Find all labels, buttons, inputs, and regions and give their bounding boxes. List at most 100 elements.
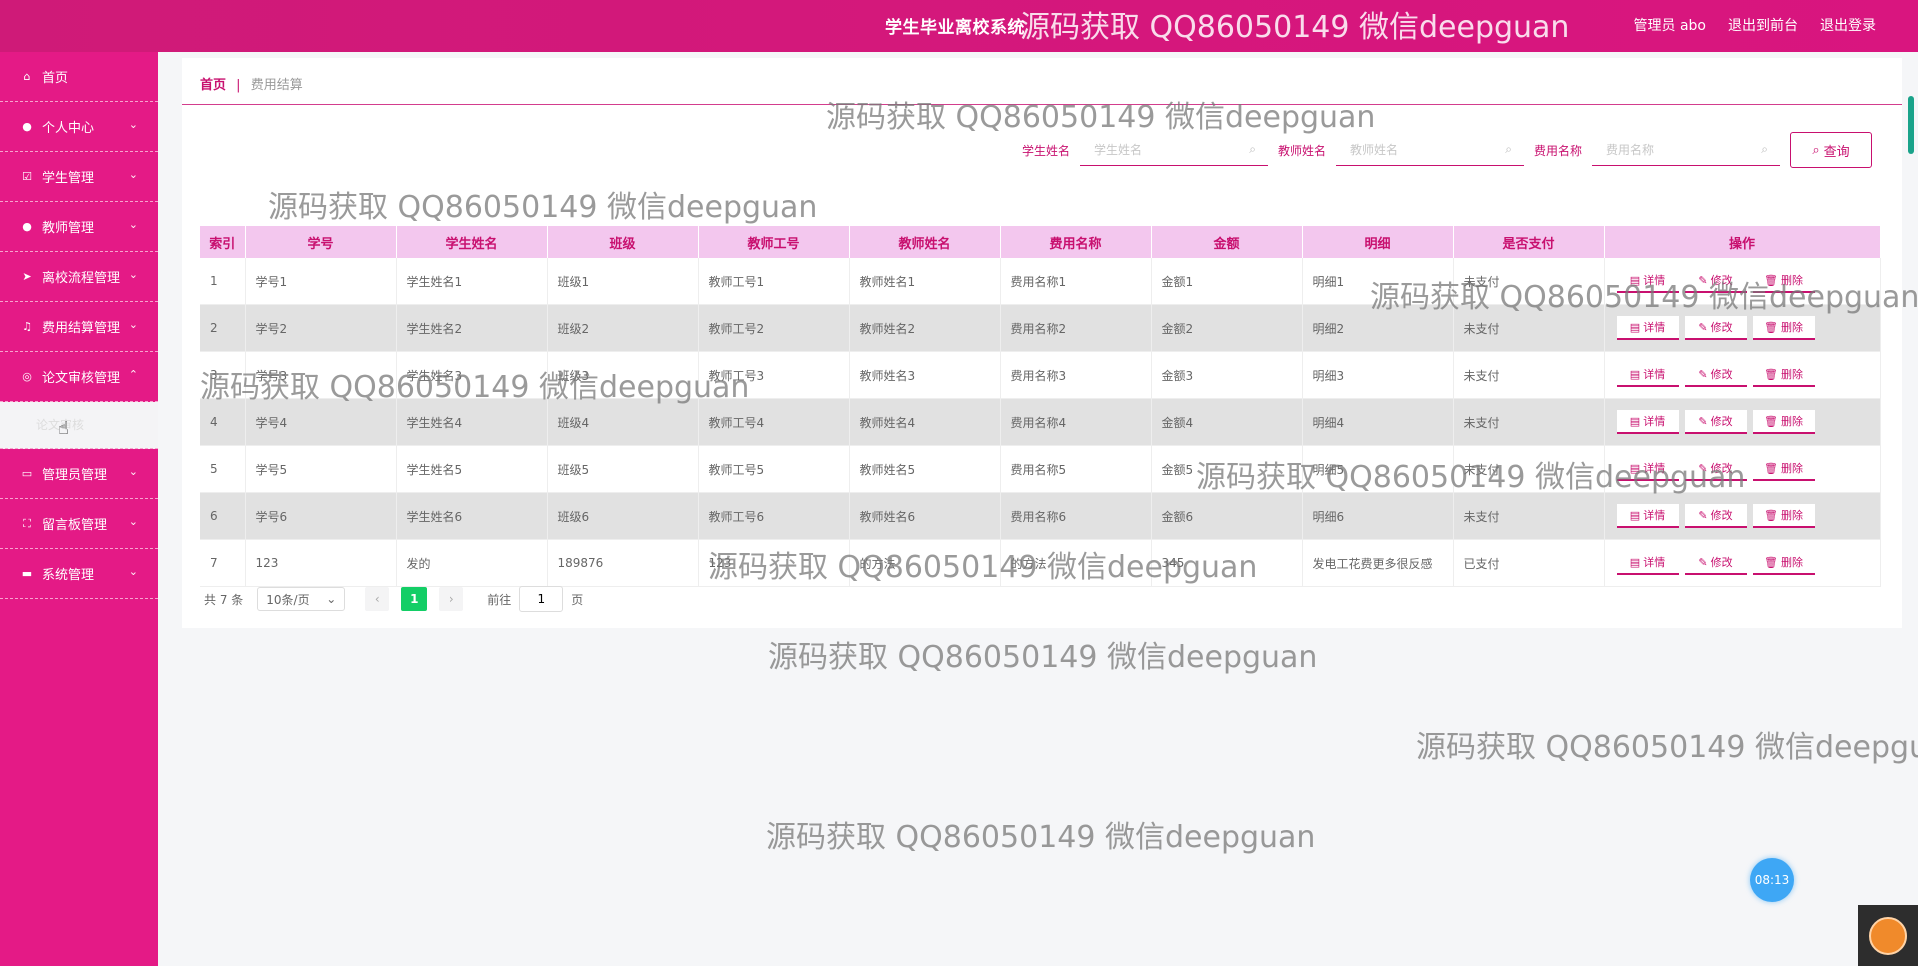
detail-button[interactable]: ▤ 详情 bbox=[1616, 551, 1679, 575]
table-cell: 费用名称4 bbox=[1000, 398, 1152, 446]
query-button-label: 查询 bbox=[1823, 144, 1850, 160]
query-button[interactable]: ⌕ 查询 bbox=[1790, 132, 1872, 168]
search-icon: ⌕ bbox=[1249, 142, 1256, 156]
sidebar-item-thesis[interactable]: ◎ 论文审核管理 ⌃ bbox=[0, 352, 158, 402]
teacher-name-field[interactable]: ⌕ bbox=[1335, 134, 1524, 166]
sidebar-item-label: 论文审核管理 bbox=[42, 371, 121, 386]
next-page-button[interactable]: › bbox=[439, 587, 464, 611]
delete-button-label: 删除 bbox=[1780, 368, 1803, 381]
detail-button-label: 详情 bbox=[1643, 509, 1666, 522]
edit-button[interactable]: ✎ 修改 bbox=[1684, 410, 1747, 434]
user-icon: ● bbox=[22, 120, 32, 133]
student-name-field[interactable]: ⌕ bbox=[1079, 134, 1268, 166]
total-count: 共 7 条 bbox=[204, 592, 244, 607]
trash-icon: 🗑 bbox=[1764, 320, 1778, 334]
user-label: 管理员 abo bbox=[1633, 18, 1706, 34]
detail-button-label: 详情 bbox=[1643, 415, 1666, 428]
pagination: 共 7 条 10条/页 ⌄ ‹ 1 › 前往 页 bbox=[204, 586, 583, 612]
delete-button[interactable]: 🗑 删除 bbox=[1752, 551, 1815, 575]
detail-button-label: 详情 bbox=[1643, 321, 1666, 334]
delete-button[interactable]: 🗑 删除 bbox=[1752, 316, 1815, 340]
trash-icon: 🗑 bbox=[1764, 414, 1778, 428]
fee-name-field[interactable]: ⌕ bbox=[1592, 134, 1780, 166]
delete-button-label: 删除 bbox=[1780, 462, 1803, 475]
edit-button-label: 修改 bbox=[1710, 556, 1733, 569]
edit-button[interactable]: ✎ 修改 bbox=[1684, 504, 1747, 528]
briefcase-icon: ▬ bbox=[21, 567, 33, 580]
trash-icon: 🗑 bbox=[1764, 555, 1778, 569]
row-actions: ▤ 详情 ✎ 修改 🗑 删除 bbox=[1604, 258, 1881, 305]
fee-name-label: 费用名称 bbox=[1533, 143, 1582, 158]
sidebar-item-admins[interactable]: ▭ 管理员管理 ⌄ bbox=[0, 449, 158, 499]
table-cell: 发电工花费更多很反感 bbox=[1302, 539, 1454, 587]
table-cell: 学号3 bbox=[245, 351, 397, 399]
document-icon: ▤ bbox=[1629, 320, 1641, 334]
trash-icon: 🗑 bbox=[1764, 461, 1778, 475]
detail-button[interactable]: ▤ 详情 bbox=[1616, 457, 1679, 481]
checkbox-icon: ☑ bbox=[22, 170, 32, 183]
delete-button-label: 删除 bbox=[1780, 415, 1803, 428]
sidebar-item-label: 教师管理 bbox=[42, 221, 95, 236]
chevron-up-icon: ⌃ bbox=[128, 368, 138, 381]
column-header: 教师工号 bbox=[698, 226, 850, 258]
sidebar-item-profile[interactable]: ● 个人中心 ⌄ bbox=[0, 102, 158, 152]
breadcrumb-home[interactable]: 首页 bbox=[200, 78, 226, 93]
table-cell: 金额2 bbox=[1151, 304, 1303, 352]
trash-icon: 🗑 bbox=[1764, 367, 1778, 381]
fee-name-input[interactable] bbox=[1604, 141, 1748, 158]
delete-button[interactable]: 🗑 删除 bbox=[1752, 457, 1815, 481]
edit-button[interactable]: ✎ 修改 bbox=[1684, 316, 1747, 340]
frontend-link[interactable]: 退出到前台 bbox=[1728, 15, 1798, 35]
delete-button[interactable]: 🗑 删除 bbox=[1752, 410, 1815, 434]
app-title: 学生毕业离校系统 bbox=[885, 18, 1025, 38]
scrollbar[interactable] bbox=[1908, 96, 1914, 154]
breadcrumb-separator: | bbox=[236, 78, 241, 93]
detail-button[interactable]: ▤ 详情 bbox=[1616, 504, 1679, 528]
edit-button[interactable]: ✎ 修改 bbox=[1684, 551, 1747, 575]
sidebar-submenu-thesis[interactable]: 论文审核 ☝ bbox=[0, 402, 158, 449]
table-cell: 教师姓名6 bbox=[849, 492, 1001, 540]
pencil-icon: ✎ bbox=[1698, 414, 1708, 428]
breadcrumb-current: 费用结算 bbox=[250, 78, 303, 93]
breadcrumb-divider bbox=[182, 104, 1902, 105]
delete-button[interactable]: 🗑 删除 bbox=[1752, 504, 1815, 528]
edit-button[interactable]: ✎ 修改 bbox=[1684, 269, 1747, 293]
detail-button[interactable]: ▤ 详情 bbox=[1616, 269, 1679, 293]
detail-button[interactable]: ▤ 详情 bbox=[1616, 410, 1679, 434]
sidebar-item-students[interactable]: ☑ 学生管理 ⌄ bbox=[0, 152, 158, 202]
edit-button[interactable]: ✎ 修改 bbox=[1684, 363, 1747, 387]
column-header: 操作 bbox=[1604, 226, 1881, 258]
table-row: 7 123 发的 189876 123 的方法 的方法 345 发电工花费更多很反感 已支付 ▤ 详情… bbox=[200, 539, 1881, 587]
sidebar-item-messages[interactable]: ⛶ 留言板管理 ⌄ bbox=[0, 499, 158, 549]
edit-button[interactable]: ✎ 修改 bbox=[1684, 457, 1747, 481]
sidebar-item-fees[interactable]: ♫ 费用结算管理 ⌄ bbox=[0, 302, 158, 352]
page-number-button[interactable]: 1 bbox=[401, 587, 428, 611]
bell-icon: ♫ bbox=[22, 320, 32, 333]
assistant-widget[interactable] bbox=[1858, 905, 1918, 966]
prev-page-button[interactable]: ‹ bbox=[365, 587, 390, 611]
column-header: 学号 bbox=[245, 226, 397, 258]
page-size-select[interactable]: 10条/页 ⌄ bbox=[257, 587, 346, 611]
teacher-name-input[interactable] bbox=[1347, 141, 1492, 158]
detail-button[interactable]: ▤ 详情 bbox=[1616, 363, 1679, 387]
document-icon: ▤ bbox=[1629, 414, 1641, 428]
sidebar-item-label: 离校流程管理 bbox=[42, 271, 121, 286]
delete-button[interactable]: 🗑 删除 bbox=[1752, 363, 1815, 387]
student-name-label: 学生姓名 bbox=[1021, 143, 1070, 158]
table-cell: 费用名称1 bbox=[1000, 258, 1152, 305]
table-cell: 1 bbox=[200, 258, 246, 305]
sidebar-item-departure[interactable]: ➤ 离校流程管理 ⌄ bbox=[0, 252, 158, 302]
sidebar-item-teachers[interactable]: ● 教师管理 ⌄ bbox=[0, 202, 158, 252]
detail-button[interactable]: ▤ 详情 bbox=[1616, 316, 1679, 340]
table-row: 2 学号2 学生姓名2 班级2 教师工号2 教师姓名2 费用名称2 金额2 明细2 未支付 ▤ 详情 ✎… bbox=[200, 304, 1881, 352]
sidebar-item-system[interactable]: ▬ 系统管理 ⌄ bbox=[0, 549, 158, 599]
table-cell: 明细5 bbox=[1302, 445, 1454, 493]
logout-link[interactable]: 退出登录 bbox=[1820, 15, 1876, 35]
goto-page-input[interactable] bbox=[519, 586, 564, 612]
time-bubble[interactable]: 08:13 bbox=[1750, 858, 1794, 902]
student-name-input[interactable] bbox=[1091, 141, 1236, 158]
delete-button[interactable]: 🗑 删除 bbox=[1752, 269, 1815, 293]
sidebar-item-home[interactable]: ⌂ 首页 bbox=[0, 52, 158, 102]
document-icon: ▤ bbox=[1629, 461, 1641, 475]
pencil-icon: ✎ bbox=[1698, 273, 1708, 287]
